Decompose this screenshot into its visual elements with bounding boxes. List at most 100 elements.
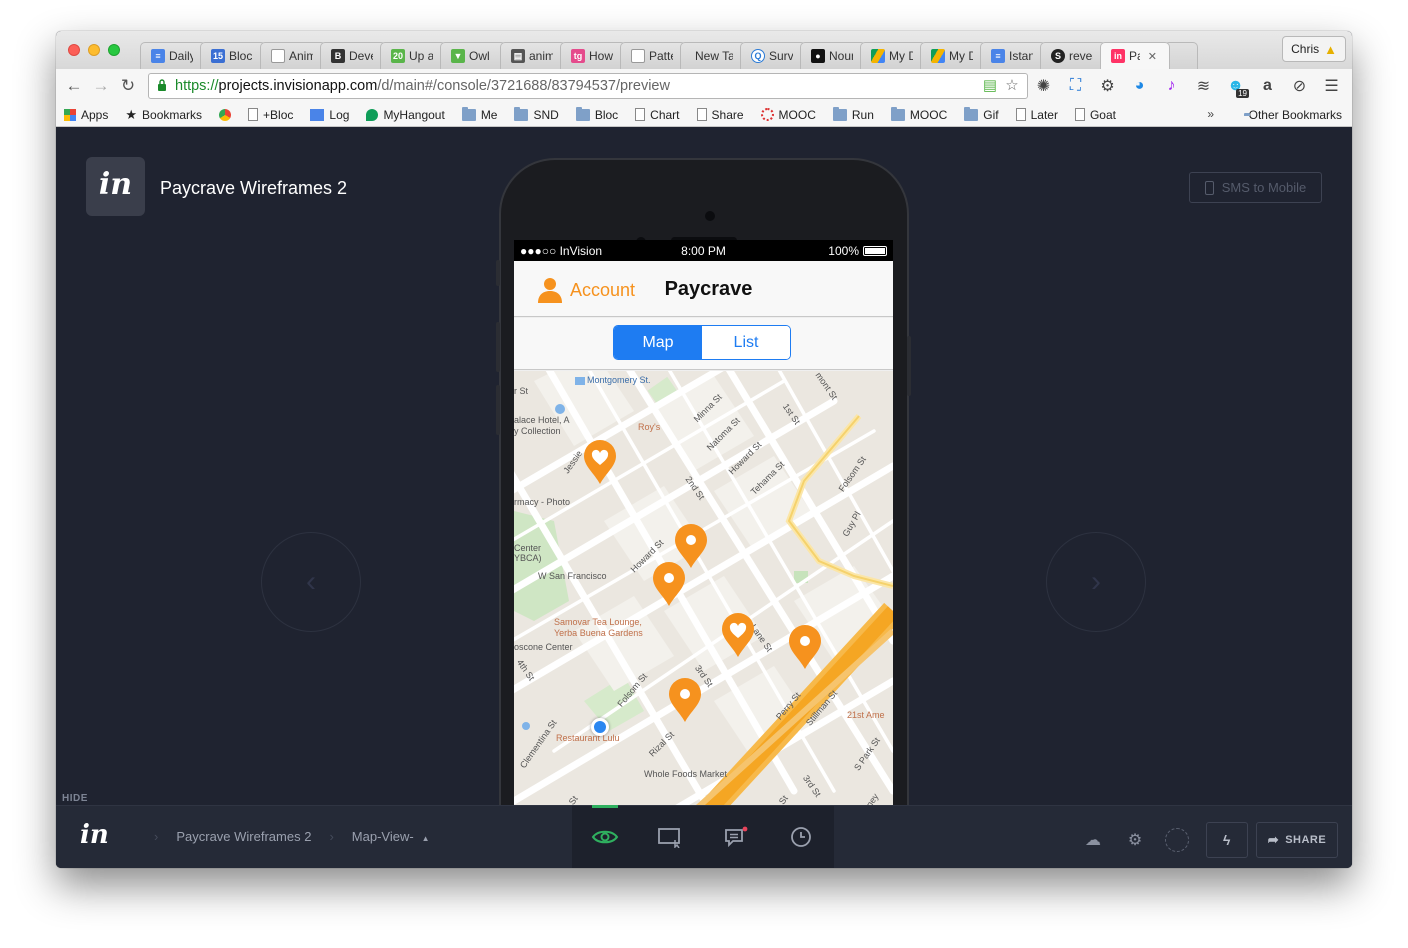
profile-button[interactable]: Chris ▲: [1282, 36, 1346, 62]
bookmarks-overflow-button[interactable]: »: [1207, 107, 1214, 121]
zoom-window-button[interactable]: [108, 44, 120, 56]
browser-tab[interactable]: Patter: [620, 42, 686, 69]
cloud-download-icon[interactable]: ☁: [1072, 825, 1114, 855]
bookmark-star-icon[interactable]: ☆: [1003, 77, 1021, 95]
music-extension-icon[interactable]: ♪: [1160, 74, 1183, 97]
map-view[interactable]: Montgomery St. r St alace Hotel, A y Col…: [514, 371, 893, 838]
heart-pin-icon[interactable]: [582, 439, 618, 485]
browser-tab[interactable]: New Tab: [680, 42, 746, 69]
bookmark-apps[interactable]: Apps: [64, 108, 108, 122]
browser-tab[interactable]: 15Bloc -: [200, 42, 266, 69]
bookmark-share[interactable]: Share: [696, 108, 744, 122]
browser-tab[interactable]: ▼Owl C: [440, 42, 506, 69]
screen-selector[interactable]: Map-View- ▲: [352, 829, 430, 844]
forward-arrow-icon[interactable]: →: [91, 76, 111, 96]
bookmark-bloc[interactable]: +Bloc: [248, 108, 293, 122]
previous-screen-button[interactable]: ‹: [261, 532, 361, 632]
invision-bottom-bar: in › Paycrave Wireframes 2 › Map-View-▲: [56, 805, 1352, 868]
preview-mode-button[interactable]: [572, 805, 638, 868]
bookmark-mooc-folder[interactable]: MOOC: [890, 106, 947, 122]
folder-icon: [575, 106, 590, 121]
docs-icon: [310, 108, 325, 121]
breadcrumb-project[interactable]: Paycrave Wireframes 2: [176, 829, 311, 844]
next-screen-button[interactable]: ›: [1046, 532, 1146, 632]
owl-icon: ▼: [451, 49, 465, 63]
bookmark-goat[interactable]: Goat: [1074, 108, 1116, 122]
comment-icon: [724, 826, 748, 848]
ghost-extension-icon[interactable]: ☻ 19: [1224, 74, 1249, 98]
lightning-button[interactable]: ϟ: [1206, 822, 1248, 858]
gear-icon[interactable]: ⚙: [1114, 825, 1156, 855]
bookmark-me[interactable]: Me: [461, 106, 497, 122]
close-tab-icon[interactable]: ✕: [1148, 50, 1157, 63]
location-pin-icon[interactable]: [787, 624, 823, 670]
bookmark-myhangout[interactable]: MyHangout: [366, 108, 445, 122]
map-canvas: [514, 371, 893, 838]
segment-map[interactable]: Map: [614, 326, 702, 359]
bookmark-chart[interactable]: Chart: [635, 108, 680, 122]
history-mode-button[interactable]: [769, 806, 835, 868]
s-icon: S: [1051, 49, 1065, 63]
location-pin-icon[interactable]: [651, 561, 687, 607]
settings-extension-icon[interactable]: ⚙: [1096, 74, 1119, 97]
bookmark-gif[interactable]: Gif: [964, 106, 999, 122]
reader-icon[interactable]: ▤: [981, 77, 999, 95]
volume-down-button: [496, 385, 500, 435]
menu-icon[interactable]: ☰: [1320, 74, 1343, 97]
browser-tab-active[interactable]: inPa✕: [1100, 42, 1170, 69]
share-button[interactable]: ➦ SHARE: [1256, 822, 1338, 858]
browser-tab[interactable]: My Dr: [920, 42, 986, 69]
bookmark-run[interactable]: Run: [832, 106, 874, 122]
location-pin-icon[interactable]: [667, 677, 703, 723]
bookmark-bloc-folder[interactable]: Bloc: [575, 106, 618, 122]
back-arrow-icon[interactable]: ←: [64, 76, 84, 96]
segment-list[interactable]: List: [702, 326, 790, 359]
reload-icon[interactable]: ↻: [118, 76, 138, 96]
browser-tab[interactable]: tgHow T: [560, 42, 626, 69]
avatar-placeholder[interactable]: [1156, 825, 1198, 855]
mute-switch: [496, 260, 500, 286]
browser-tab[interactable]: My Dr: [860, 42, 926, 69]
globe-extension-icon[interactable]: ◕: [1128, 74, 1151, 97]
screenshot-extension-icon[interactable]: ⛶: [1064, 74, 1087, 97]
browser-tab[interactable]: QSurve: [740, 42, 806, 69]
invision-logo-small[interactable]: in: [80, 820, 109, 850]
browser-tab[interactable]: Anima: [260, 42, 326, 69]
browser-tab[interactable]: ●Nouni: [800, 42, 866, 69]
browser-tab[interactable]: ▤anima: [500, 42, 566, 69]
browser-tab[interactable]: Sreveal: [1040, 42, 1106, 69]
amazon-extension-icon[interactable]: a: [1256, 74, 1279, 97]
browser-tab[interactable]: BDevel: [320, 42, 386, 69]
app-title: Paycrave: [664, 278, 753, 300]
bookmark-log[interactable]: Log: [310, 108, 349, 122]
shutter-extension-icon[interactable]: ✺: [1032, 74, 1055, 97]
compass-extension-icon[interactable]: ⊘: [1288, 74, 1311, 97]
minimize-window-button[interactable]: [88, 44, 100, 56]
heart-pin-icon[interactable]: [720, 612, 756, 658]
bookmark-chrome[interactable]: [219, 108, 232, 121]
hide-toolbar-button[interactable]: HIDE: [62, 793, 88, 804]
buffer-extension-icon[interactable]: ≋: [1192, 74, 1215, 97]
browser-tab[interactable]: ≡Istanb: [980, 42, 1046, 69]
sms-to-mobile-button[interactable]: SMS to Mobile: [1189, 172, 1322, 203]
ios-status-bar: ●●●○○ InVision 8:00 PM 100%: [514, 240, 893, 261]
browser-tab[interactable]: ≡Daily I: [140, 42, 206, 69]
invision-logo[interactable]: in: [86, 157, 145, 216]
comment-mode-button[interactable]: [703, 806, 769, 868]
calendar-20-icon: 20: [391, 49, 405, 63]
close-window-button[interactable]: [68, 44, 80, 56]
bookmark-later[interactable]: Later: [1015, 108, 1058, 122]
page-icon: [696, 108, 707, 121]
bookmark-mooc[interactable]: MOOC: [760, 108, 816, 122]
build-mode-button[interactable]: [638, 806, 704, 868]
chrome-icon: [219, 108, 232, 121]
map-list-segmented-control: Map List: [613, 325, 791, 360]
other-bookmarks[interactable]: Other Bookmarks: [1243, 108, 1342, 122]
bookmark-snd[interactable]: SND: [514, 106, 559, 122]
folder-icon: [964, 106, 979, 121]
bookmark-bookmarks[interactable]: ★ Bookmarks: [125, 107, 202, 123]
address-bar[interactable]: https://projects.invisionapp.com/d/main#…: [148, 73, 1028, 99]
hangout-icon: [366, 108, 379, 121]
browser-tab[interactable]: 20Up an: [380, 42, 446, 69]
page-icon: [248, 108, 259, 121]
